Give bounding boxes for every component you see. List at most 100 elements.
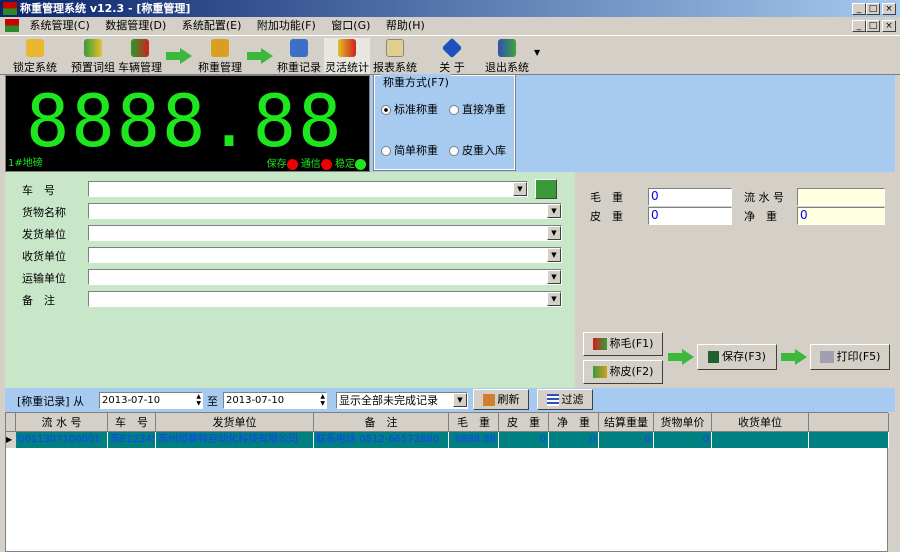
chevron-down-icon[interactable]: ▼	[547, 226, 561, 240]
field-label: 备 注	[22, 294, 55, 307]
report-icon	[386, 39, 404, 57]
tare-weight-field[interactable]: 0	[648, 207, 732, 225]
table-cell[interactable]: 联系电话 0512-66572880	[314, 432, 449, 448]
current-row-icon: ▶	[6, 432, 16, 448]
table-cell[interactable]: 0	[549, 432, 599, 448]
table-cell[interactable]: 苏E12345	[108, 432, 156, 448]
table-cell[interactable]: 0	[654, 432, 712, 448]
mdi-close-button[interactable]: ×	[882, 20, 896, 32]
table-cell[interactable]: 苏州恒赛特自动化科技有限公司	[156, 432, 314, 448]
records-button[interactable]: 称重记录	[276, 38, 322, 74]
vehicle-button[interactable]: 车辆管理	[118, 38, 162, 74]
filter-label: [称重记录] 从	[17, 395, 85, 408]
table-cell[interactable]: 8888.88	[449, 432, 499, 448]
field-input[interactable]: ▼	[88, 269, 562, 285]
chevron-down-icon[interactable]: ▼	[513, 182, 527, 196]
mode-standard-radio[interactable]: 标准称重	[381, 101, 438, 117]
column-header[interactable]: 皮 重	[499, 413, 549, 432]
chevron-down-icon[interactable]: ▼	[547, 248, 561, 262]
refresh-icon	[482, 394, 495, 406]
table-cell[interactable]	[809, 432, 889, 448]
about-button[interactable]: 关 于	[430, 37, 474, 74]
menu-config[interactable]: 系统配置(E)	[182, 19, 242, 32]
label: 标准称重	[394, 103, 438, 116]
save-button[interactable]: 保存(F3)	[697, 344, 777, 370]
chevron-down-icon[interactable]: ▼	[453, 393, 467, 407]
lock-system-button[interactable]: 锁定系统	[10, 38, 60, 74]
app-icon	[5, 19, 19, 32]
column-header[interactable]: 结算重量	[599, 413, 654, 432]
refresh-button[interactable]: 刷新	[473, 389, 529, 410]
column-header[interactable]: 货物单价	[654, 413, 712, 432]
minimize-button[interactable]: _	[852, 3, 866, 15]
print-button[interactable]: 打印(F5)	[810, 344, 890, 370]
column-header[interactable]: 流 水 号	[16, 413, 108, 432]
spinner-icon[interactable]: ▲ ▼	[320, 393, 325, 407]
records-table[interactable]: ▶ 流 水 号车 号发货单位备 注毛 重皮 重净 重结算重量 货物单价 收货单位 001…	[5, 412, 889, 552]
exit-button[interactable]: 退出系统	[482, 38, 532, 74]
column-header[interactable]	[809, 413, 889, 432]
weigh-tare-button[interactable]: 称皮(F2)	[583, 360, 663, 384]
net-label: 净 重	[744, 210, 777, 223]
menu-window[interactable]: 窗口(G)	[331, 19, 370, 32]
weight-value: 8888.88	[26, 79, 344, 163]
table-cell[interactable]: 0	[599, 432, 654, 448]
column-header[interactable]: 车 号	[108, 413, 156, 432]
filter-button[interactable]: 过滤	[537, 389, 593, 410]
field-label: 货物名称	[22, 206, 66, 219]
scale-name: 1#地磅	[8, 158, 43, 169]
weigh-gross-button[interactable]: 称毛(F1)	[583, 332, 663, 356]
comm-status-label: 通信	[300, 159, 321, 170]
mdi-minimize-button[interactable]: _	[852, 20, 866, 32]
gross-weight-field[interactable]: 0	[648, 188, 732, 206]
phrases-button[interactable]: 预置词组	[68, 38, 118, 74]
report-button[interactable]: 报表系统	[372, 38, 418, 74]
menu-help[interactable]: 帮助(H)	[386, 19, 425, 32]
label: 皮重入库	[462, 144, 506, 157]
column-header[interactable]: 收货单位	[712, 413, 809, 432]
column-header[interactable]: 发货单位	[156, 413, 314, 432]
chevron-down-icon[interactable]: ▼	[547, 270, 561, 284]
toolbar-overflow-icon[interactable]: ▼	[534, 48, 540, 57]
mode-simple-radio[interactable]: 简单称重	[381, 142, 438, 158]
field-input[interactable]: ▼	[88, 181, 528, 197]
net-weight-field[interactable]: 0	[797, 207, 885, 225]
chevron-down-icon[interactable]: ▼	[547, 204, 561, 218]
column-header[interactable]: 净 重	[549, 413, 599, 432]
label: 报表系统	[373, 61, 417, 74]
spinner-icon[interactable]: ▲ ▼	[196, 393, 201, 407]
maximize-button[interactable]: □	[866, 3, 880, 15]
arrow-icon	[247, 48, 273, 64]
mdi-restore-button[interactable]: □	[866, 20, 880, 32]
table-cell[interactable]: 0011307100001	[16, 432, 108, 448]
chevron-down-icon[interactable]: ▼	[547, 292, 561, 306]
menu-data[interactable]: 数据管理(D)	[105, 19, 166, 32]
field-input[interactable]: ▼	[88, 225, 562, 241]
date-from-field[interactable]: 2013-07-10 ▲ ▼	[99, 392, 203, 409]
truck-icon	[592, 366, 607, 378]
stats-button[interactable]: 灵活统计	[324, 38, 370, 74]
column-header[interactable]: 毛 重	[449, 413, 499, 432]
row-indicator-header	[6, 413, 16, 432]
vehicle-lookup-button[interactable]	[535, 179, 557, 199]
table-cell[interactable]	[712, 432, 809, 448]
mode-direct-net-radio[interactable]: 直接净重	[449, 101, 506, 117]
field-input[interactable]: ▼	[88, 291, 562, 307]
label: 简单称重	[394, 144, 438, 157]
field-input[interactable]: ▼	[88, 203, 562, 219]
close-button[interactable]: ×	[882, 3, 896, 15]
column-header[interactable]: 备 注	[314, 413, 449, 432]
mode-tare-store-radio[interactable]: 皮重入库	[449, 142, 506, 158]
radio-icon	[449, 146, 459, 156]
menu-system[interactable]: 系统管理(C)	[30, 19, 90, 32]
weighing-button[interactable]: 称重管理	[196, 38, 244, 74]
label: 锁定系统	[13, 61, 57, 74]
phrases-icon	[84, 39, 102, 57]
date-to-field[interactable]: 2013-07-10 ▲ ▼	[223, 392, 327, 409]
record-filter-select[interactable]: 显示全部未完成记录 ▼	[336, 392, 468, 409]
table-cell[interactable]: 0	[499, 432, 549, 448]
serial-field[interactable]	[797, 188, 885, 206]
label: 保存(F3)	[722, 350, 766, 363]
menu-extra[interactable]: 附加功能(F)	[257, 19, 316, 32]
field-input[interactable]: ▼	[88, 247, 562, 263]
